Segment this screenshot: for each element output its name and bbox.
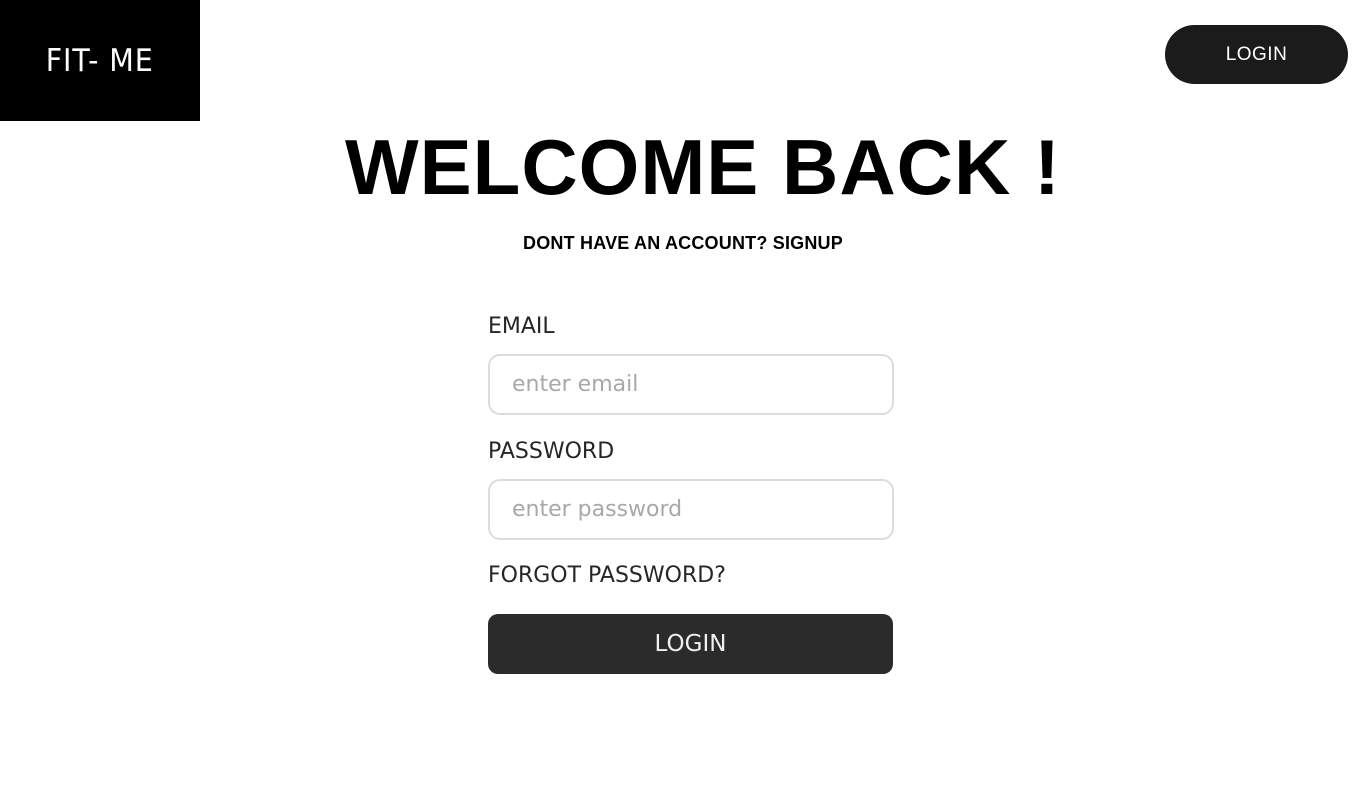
password-label: PASSWORD [488,439,615,464]
signup-link[interactable]: SIGNUP [773,233,843,253]
login-form: EMAIL PASSWORD FORGOT PASSWORD? LOGIN [488,312,894,674]
logo-text: FIT- ME [45,42,155,79]
login-page: FIT- ME LOGIN WELCOME BACK ! DONT HAVE A… [0,0,1366,790]
page-title: WELCOME BACK ! [345,123,1061,211]
signup-prompt-text: DONT HAVE AN ACCOUNT? [523,233,768,253]
signup-prompt-line: DONT HAVE AN ACCOUNT? SIGNUP [0,233,1366,254]
forgot-password-link[interactable]: FORGOT PASSWORD? [488,561,894,591]
logo[interactable]: FIT- ME [0,0,200,121]
email-input[interactable] [488,354,894,415]
login-submit-button[interactable]: LOGIN [488,614,893,674]
email-label: EMAIL [488,314,555,339]
password-input[interactable] [488,479,894,540]
header-login-button[interactable]: LOGIN [1165,25,1348,84]
